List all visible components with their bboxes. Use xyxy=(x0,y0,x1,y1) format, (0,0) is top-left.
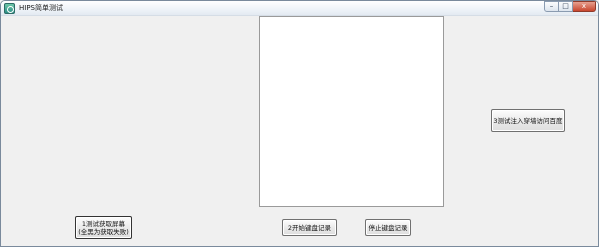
output-display-panel xyxy=(259,16,444,207)
start-keyboard-log-label: 2开始键盘记录 xyxy=(287,223,332,232)
test-screenshot-button[interactable]: 1测试获取屏幕 (全黑为获取失败) xyxy=(75,216,132,239)
test-inject-visit-baidu-label: 3测试注入穿墙访问百度 xyxy=(493,116,563,125)
maximize-button[interactable]: □ xyxy=(559,1,573,12)
minimize-button[interactable]: – xyxy=(544,1,559,12)
title-bar[interactable]: HIPS简单测试 – □ x xyxy=(1,1,598,16)
stop-keyboard-log-button[interactable]: 停止键盘记录 xyxy=(365,219,411,236)
app-icon xyxy=(4,3,15,14)
start-keyboard-log-button[interactable]: 2开始键盘记录 xyxy=(282,219,337,236)
test-screenshot-label: 1测试获取屏幕 xyxy=(81,219,126,228)
stop-keyboard-log-label: 停止键盘记录 xyxy=(368,223,408,232)
test-inject-visit-baidu-button[interactable]: 3测试注入穿墙访问百度 xyxy=(491,109,565,132)
window-title: HIPS简单测试 xyxy=(19,4,63,12)
app-window: HIPS简单测试 – □ x 3测试注入穿墙访问百度 1测试获取屏幕 (全黑为获… xyxy=(0,0,599,247)
test-screenshot-hint: (全黑为获取失败) xyxy=(78,227,129,236)
close-button[interactable]: x xyxy=(573,1,596,12)
